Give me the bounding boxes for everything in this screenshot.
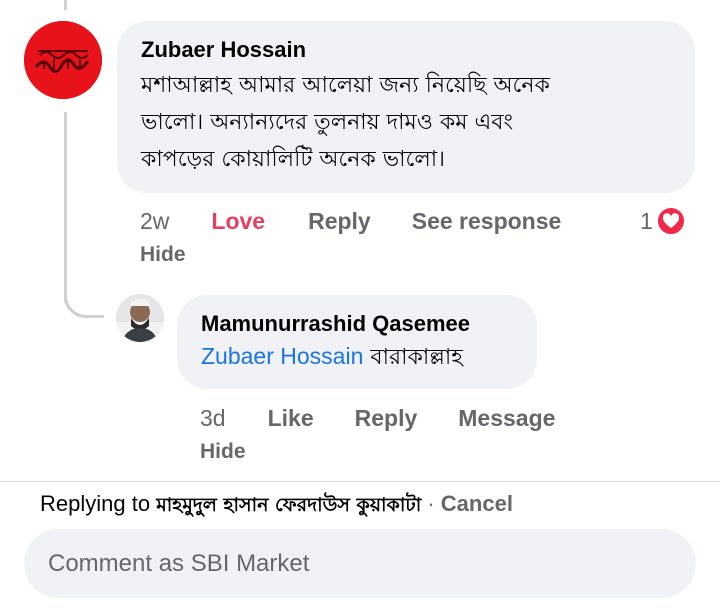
comment-text-line: ভালো। অন্যান্যদের তুলনায় দামও কম এবং — [141, 110, 513, 135]
comment-bubble: Zubaer Hossain মশাআল্লাহ আমার আলেয়া জন্… — [117, 21, 695, 193]
profile-photo-icon — [116, 294, 164, 342]
reaction-count: 1 — [640, 207, 653, 234]
see-response-button[interactable]: See response — [412, 208, 562, 235]
comment-input[interactable] — [24, 529, 696, 598]
reply-button[interactable]: Reply — [355, 405, 418, 432]
avatar[interactable] — [116, 294, 164, 342]
cancel-reply-button[interactable]: Cancel — [441, 491, 513, 516]
avatar[interactable] — [24, 21, 102, 99]
comment-author[interactable]: Zubaer Hossain — [141, 36, 671, 64]
reply-target-name[interactable]: মাহমুদুল হাসান ফেরদাউস কুয়াকাটা — [156, 494, 421, 516]
mention-link[interactable]: Zubaer Hossain — [201, 343, 363, 369]
hide-button[interactable]: Hide — [200, 440, 246, 464]
thread-line-curve — [64, 282, 104, 318]
reaction-summary[interactable]: 1 — [640, 205, 686, 237]
replying-to-line: Replying to মাহমুদুল হাসান ফেরদাউস কুয়া… — [40, 491, 513, 523]
heart-icon — [655, 206, 686, 236]
reply-button[interactable]: Reply — [308, 208, 371, 235]
replying-to-prefix: Replying to — [40, 491, 151, 516]
comment-text-line: মশাআল্লাহ আমার আলেয়া জন্য নিয়েছি অনেক — [141, 73, 550, 98]
comment-text: মশাআল্লাহ আমার আলেয়া জন্য নিয়েছি অনেক … — [141, 67, 671, 178]
comment-body: বারাকাল্লাহ — [370, 345, 463, 370]
comment-text: Zubaer Hossain বারাকাল্লাহ — [201, 338, 513, 376]
calligraphy-logo-icon — [24, 21, 102, 99]
thread-line-top — [64, 0, 67, 10]
thread-line-vertical — [64, 112, 67, 302]
comment-text-line: কাপড়ের কোয়ালিটি অনেক ভালো। — [141, 147, 446, 172]
comment-bubble: Mamunurrashid Qasemee Zubaer Hossain বার… — [177, 295, 537, 389]
message-button[interactable]: Message — [458, 405, 555, 432]
love-button[interactable]: Love — [211, 208, 265, 235]
timestamp: 2w — [140, 207, 170, 234]
comment-author[interactable]: Mamunurrashid Qasemee — [201, 310, 513, 338]
separator-dot: · — [427, 491, 435, 516]
hide-replies-button[interactable]: Hide — [140, 243, 186, 267]
timestamp: 3d — [200, 404, 226, 431]
like-button[interactable]: Like — [268, 405, 314, 432]
comment-actions: 3d Like Reply Message — [200, 402, 555, 434]
comment-actions: 2w Love Reply See response — [140, 205, 561, 237]
